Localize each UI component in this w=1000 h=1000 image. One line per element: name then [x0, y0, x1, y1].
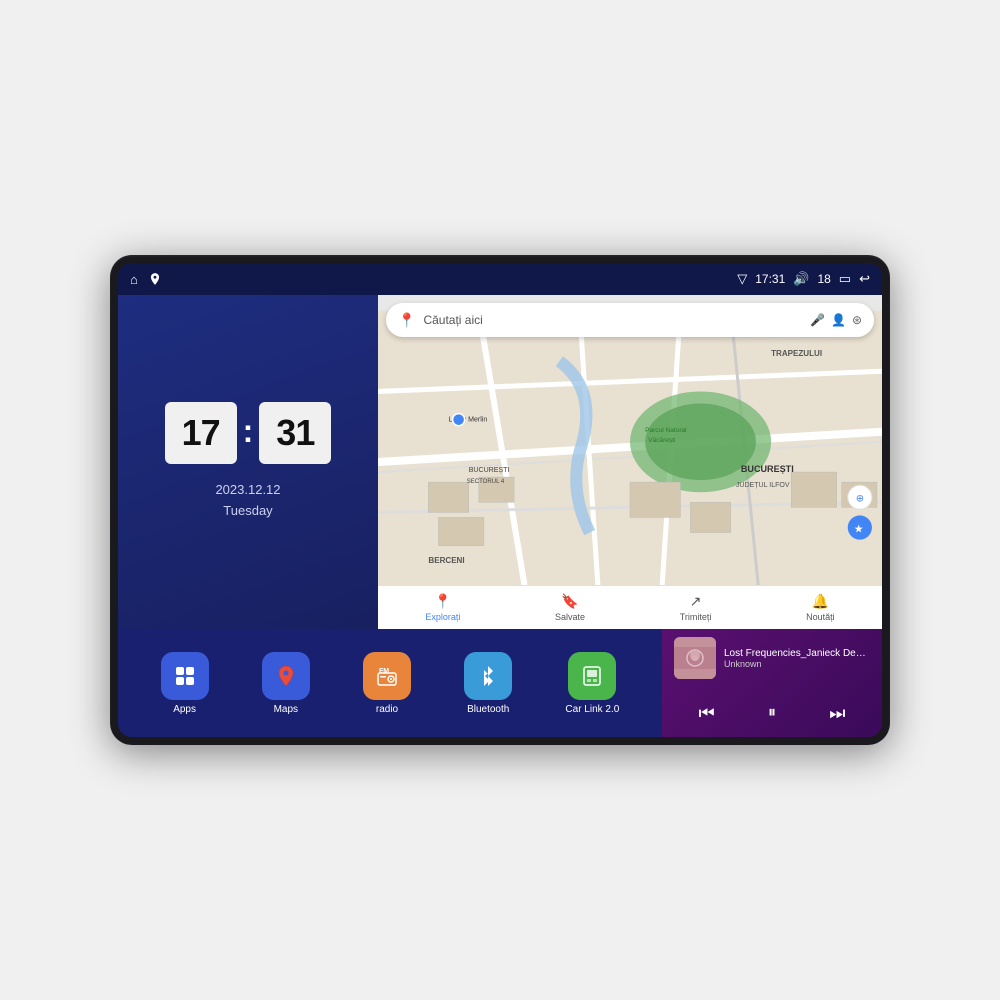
battery-icon: ▭ — [839, 271, 851, 287]
svg-text:BUCUREȘTI: BUCUREȘTI — [741, 464, 794, 474]
home-icon[interactable]: ⌂ — [130, 272, 138, 287]
svg-text:Văcărești: Văcărești — [648, 437, 676, 444]
map-nav-saved[interactable]: 🔖 Salvate — [555, 593, 585, 622]
svg-text:FM: FM — [379, 668, 389, 675]
map-bottom-nav: 📍 Explorați 🔖 Salvate ↗ Trimiteți 🔔 — [378, 585, 882, 629]
app-item-maps[interactable]: Maps — [262, 652, 310, 715]
map-nav-news-label: Noutăți — [806, 612, 835, 622]
next-button[interactable]: ⏭ — [819, 699, 855, 727]
map-nav-explore[interactable]: 📍 Explorați — [425, 593, 460, 622]
status-left: ⌂ — [130, 272, 162, 287]
music-title: Lost Frequencies_Janieck Devy-... — [724, 648, 870, 659]
carlink-icon — [568, 652, 616, 700]
svg-text:⊕: ⊕ — [856, 493, 864, 504]
svg-text:BERCENI: BERCENI — [428, 556, 464, 565]
saved-icon: 🔖 — [561, 593, 578, 610]
app-item-apps[interactable]: Apps — [161, 652, 209, 715]
map-nav-saved-label: Salvate — [555, 612, 585, 622]
signal-icon: ▽ — [737, 271, 747, 287]
explore-icon: 📍 — [434, 593, 451, 610]
send-icon: ↗ — [690, 593, 702, 610]
back-icon[interactable]: ↩ — [859, 271, 870, 287]
map-nav-send[interactable]: ↗ Trimiteți — [680, 593, 712, 622]
svg-text:JUDEȚUL ILFOV: JUDEȚUL ILFOV — [736, 482, 790, 489]
status-bar: ⌂ ▽ 17:31 🔊 18 ▭ ↩ — [118, 263, 882, 295]
layers-icon[interactable]: ⊛ — [852, 313, 862, 327]
app-label-radio: radio — [376, 704, 398, 715]
maps-status-icon[interactable] — [148, 272, 162, 286]
svg-text:SECTORUL 4: SECTORUL 4 — [467, 479, 505, 485]
news-icon: 🔔 — [812, 593, 829, 610]
app-label-maps: Maps — [274, 704, 298, 715]
map-nav-news[interactable]: 🔔 Noutăți — [806, 593, 835, 622]
app-item-bluetooth[interactable]: Bluetooth — [464, 652, 512, 715]
clock-minutes: 31 — [259, 402, 331, 464]
music-thumbnail — [674, 637, 716, 679]
clock-panel: 17 : 31 2023.12.12 Tuesday — [118, 295, 378, 629]
apps-section: Apps Maps — [118, 629, 662, 737]
music-info: Lost Frequencies_Janieck Devy-... Unknow… — [674, 637, 870, 679]
radio-icon: FM — [363, 652, 411, 700]
status-time: 17:31 — [755, 272, 785, 286]
maps-icon — [262, 652, 310, 700]
volume-icon: 🔊 — [793, 271, 809, 287]
music-player: Lost Frequencies_Janieck Devy-... Unknow… — [662, 629, 882, 737]
bottom-section: Apps Maps — [118, 629, 882, 737]
clock-hours: 17 — [165, 402, 237, 464]
mic-icon[interactable]: 🎤 — [810, 313, 825, 327]
app-label-bluetooth: Bluetooth — [467, 704, 509, 715]
app-label-apps: Apps — [173, 704, 196, 715]
app-item-radio[interactable]: FM radio — [363, 652, 411, 715]
bluetooth-icon — [464, 652, 512, 700]
top-section: 17 : 31 2023.12.12 Tuesday 📍 Căutați aic… — [118, 295, 882, 629]
device-body: ⌂ ▽ 17:31 🔊 18 ▭ ↩ — [110, 255, 890, 745]
map-search-text: Căutați aici — [423, 313, 802, 327]
account-icon[interactable]: 👤 — [831, 313, 846, 327]
play-pause-button[interactable]: ⏸ — [754, 699, 790, 727]
map-nav-explore-label: Explorați — [425, 612, 460, 622]
prev-button[interactable]: ⏮ — [689, 699, 725, 727]
music-thumb-art — [674, 637, 716, 679]
apps-icon — [161, 652, 209, 700]
main-content: 17 : 31 2023.12.12 Tuesday 📍 Căutați aic… — [118, 295, 882, 737]
clock-colon: : — [243, 413, 254, 450]
svg-text:BUCUREȘTI: BUCUREȘTI — [469, 467, 510, 474]
volume-level: 18 — [817, 272, 830, 286]
map-search-actions: 🎤 👤 ⊛ — [810, 313, 862, 327]
app-item-carlink[interactable]: Car Link 2.0 — [565, 652, 619, 715]
svg-text:Parcul Natural: Parcul Natural — [645, 427, 687, 434]
music-artist: Unknown — [724, 659, 870, 669]
svg-text:TRAPEZULUI: TRAPEZULUI — [771, 349, 822, 358]
music-controls: ⏮ ⏸ ⏭ — [674, 697, 870, 729]
map-background: TRAPEZULUI BUCUREȘTI JUDEȚUL ILFOV BERCE… — [378, 295, 882, 629]
map-search-bar[interactable]: 📍 Căutați aici 🎤 👤 ⊛ — [386, 303, 874, 337]
map-nav-send-label: Trimiteți — [680, 612, 712, 622]
svg-text:★: ★ — [854, 524, 864, 536]
music-text: Lost Frequencies_Janieck Devy-... Unknow… — [724, 648, 870, 669]
map-panel[interactable]: 📍 Căutați aici 🎤 👤 ⊛ — [378, 295, 882, 629]
map-pin-icon: 📍 — [398, 312, 415, 329]
clock-date: 2023.12.12 Tuesday — [215, 480, 280, 522]
device-screen: ⌂ ▽ 17:31 🔊 18 ▭ ↩ — [118, 263, 882, 737]
status-right: ▽ 17:31 🔊 18 ▭ ↩ — [737, 271, 870, 287]
app-label-carlink: Car Link 2.0 — [565, 704, 619, 715]
clock-display: 17 : 31 — [165, 402, 332, 464]
